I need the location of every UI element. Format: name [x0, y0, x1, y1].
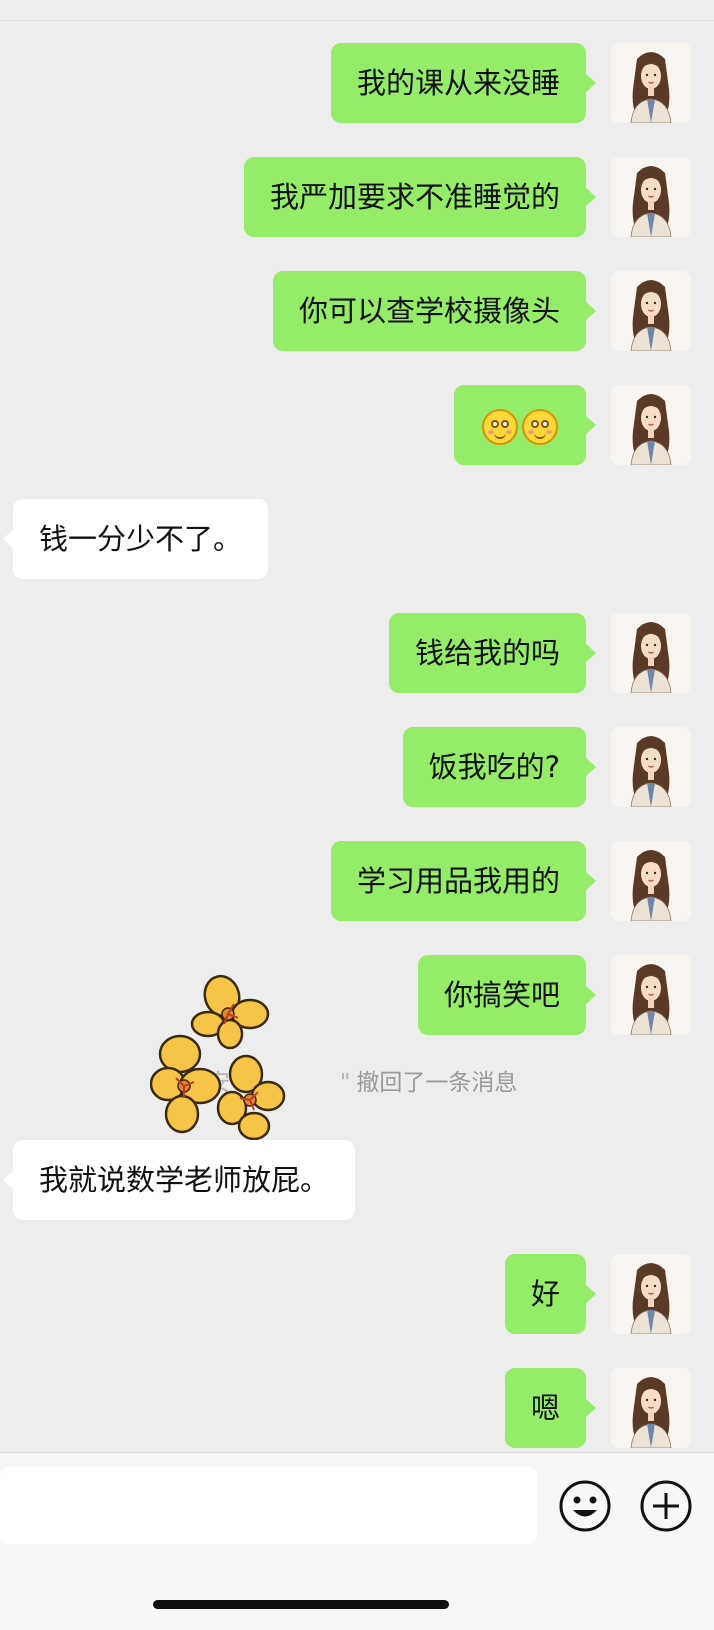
message-text: 你搞笑吧 [443, 978, 560, 1012]
recall-notice: "安 "撤回了一条消息 [0, 1068, 714, 1098]
avatar[interactable] [611, 727, 691, 807]
message-bubble[interactable]: 我就说数学老师放屁。 [2, 1140, 356, 1220]
smiley-face-icon[interactable] [558, 1479, 612, 1533]
message-text: 钱给我的吗 [414, 636, 560, 670]
message-text: 你可以查学校摄像头 [298, 294, 560, 328]
message-bubble[interactable]: 你搞笑吧 [417, 955, 597, 1035]
message-bubble[interactable]: 你可以查学校摄像头 [272, 271, 597, 351]
message-input[interactable] [0, 1467, 537, 1544]
plus-circle-icon[interactable] [639, 1479, 693, 1533]
avatar[interactable] [611, 43, 691, 123]
top-divider [0, 0, 714, 21]
smiling-face-emoji-icon [482, 409, 518, 445]
avatar[interactable] [611, 157, 691, 237]
message-bubble[interactable]: 饭我吃的? [402, 727, 597, 807]
avatar[interactable] [611, 1254, 691, 1334]
flower-sticker-icon [150, 974, 286, 1141]
avatar[interactable] [611, 841, 691, 921]
message-bubble[interactable]: 好 [504, 1254, 597, 1334]
home-indicator [153, 1600, 449, 1609]
avatar[interactable] [611, 1368, 691, 1448]
message-text: 嗯 [530, 1391, 560, 1425]
message-bubble[interactable]: 我严加要求不准睡觉的 [243, 157, 597, 237]
message-bubble[interactable] [454, 385, 596, 465]
avatar[interactable] [611, 613, 691, 693]
message-bubble[interactable]: 学习用品我用的 [330, 841, 597, 921]
smiling-face-emoji-icon [522, 409, 558, 445]
recall-notice-text: 撤回了一条消息 [356, 1070, 518, 1096]
chat-input-bar [0, 1452, 714, 1630]
message-text: 好 [530, 1277, 560, 1311]
message-text: 我就说数学老师放屁。 [39, 1163, 330, 1197]
avatar[interactable] [611, 385, 691, 465]
avatar[interactable] [611, 271, 691, 351]
message-bubble[interactable]: 钱给我的吗 [388, 613, 597, 693]
message-bubble[interactable]: 我的课从来没睡 [330, 43, 597, 123]
message-text: 学习用品我用的 [356, 864, 560, 898]
message-text: 饭我吃的? [428, 750, 560, 784]
message-bubble[interactable]: 嗯 [504, 1368, 597, 1448]
message-bubble[interactable]: 钱一分少不了。 [2, 499, 269, 579]
message-text: 我的课从来没睡 [356, 66, 560, 100]
avatar[interactable] [611, 955, 691, 1035]
message-text: 我严加要求不准睡觉的 [269, 180, 560, 214]
message-text: 钱一分少不了。 [39, 522, 243, 556]
